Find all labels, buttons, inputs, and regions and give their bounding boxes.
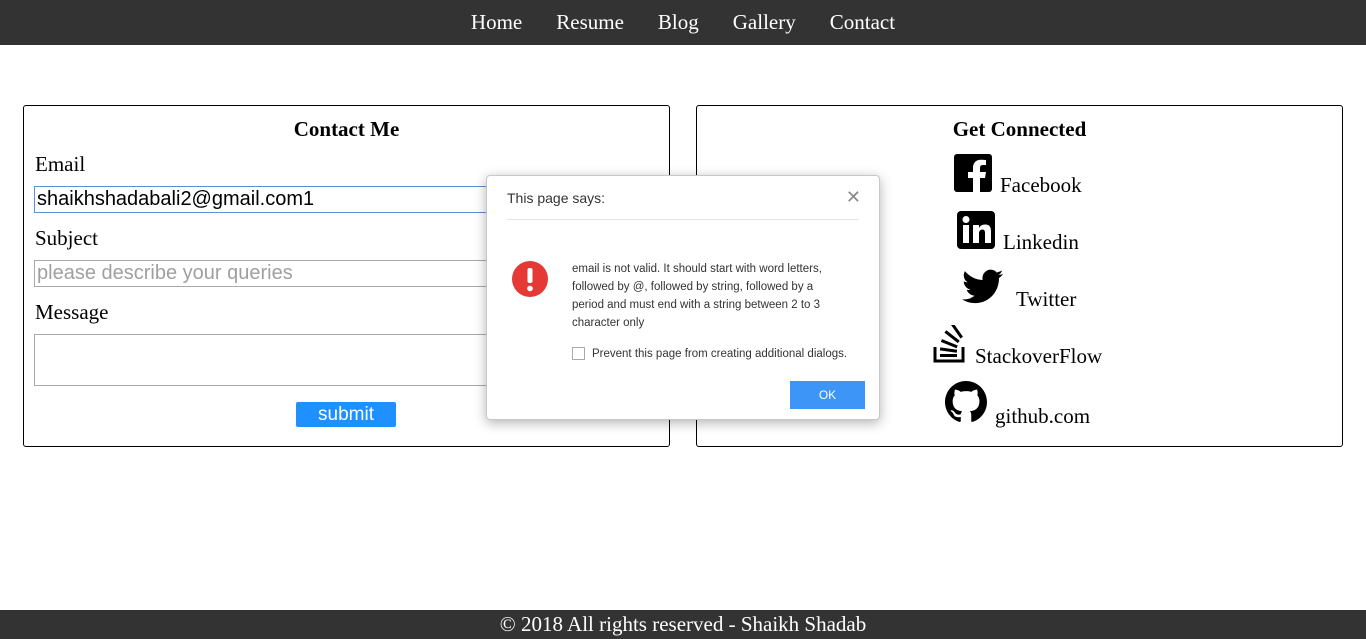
close-icon[interactable]: ✕ (846, 188, 861, 206)
ok-button[interactable]: OK (790, 381, 865, 409)
dialog-message: email is not valid. It should start with… (572, 263, 822, 329)
dialog-title: This page says: (507, 190, 606, 206)
contact-title: Contact Me (293, 117, 400, 141)
github-label: github.com (995, 404, 1091, 428)
twitter-icon (962, 268, 1004, 312)
nav-home-link[interactable]: Home (471, 0, 522, 45)
subject-label: Subject (35, 226, 98, 250)
message-label: Message (35, 300, 109, 324)
alert-dialog: This page says: ✕ email is not valid. It… (486, 175, 880, 420)
top-nav: Home Resume Blog Gallery Contact (0, 0, 1366, 45)
stackoverflow-link[interactable]: StackoverFlow (933, 322, 1103, 369)
footer-text: © 2018 All rights reserved - Shaikh Shad… (499, 612, 867, 636)
facebook-icon (954, 154, 992, 198)
github-icon (945, 381, 987, 429)
linkedin-label: Linkedin (1003, 230, 1079, 254)
facebook-link[interactable]: Facebook (954, 154, 1082, 198)
facebook-label: Facebook (1000, 173, 1082, 197)
footer: © 2018 All rights reserved - Shaikh Shad… (0, 610, 1366, 639)
stackoverflow-label: StackoverFlow (975, 344, 1103, 368)
prevent-dialogs-label: Prevent this page from creating addition… (592, 347, 848, 360)
twitter-label: Twitter (1016, 287, 1077, 311)
connect-title: Get Connected (952, 117, 1087, 141)
github-link[interactable]: github.com (945, 381, 1090, 429)
stackoverflow-icon (933, 322, 967, 369)
nav-blog-link[interactable]: Blog (658, 0, 699, 45)
twitter-link[interactable]: Twitter (962, 268, 1076, 312)
nav-gallery-link[interactable]: Gallery (733, 0, 796, 45)
linkedin-link[interactable]: Linkedin (957, 211, 1079, 255)
prevent-dialogs-option[interactable]: Prevent this page from creating addition… (572, 347, 847, 360)
nav-resume-link[interactable]: Resume (556, 0, 624, 45)
email-label: Email (35, 152, 86, 176)
error-icon (511, 260, 549, 303)
prevent-dialogs-checkbox[interactable] (572, 347, 585, 360)
nav-contact-link[interactable]: Contact (830, 0, 895, 45)
dialog-divider (507, 219, 859, 220)
submit-button[interactable]: submit (296, 402, 396, 427)
linkedin-icon (957, 211, 995, 255)
